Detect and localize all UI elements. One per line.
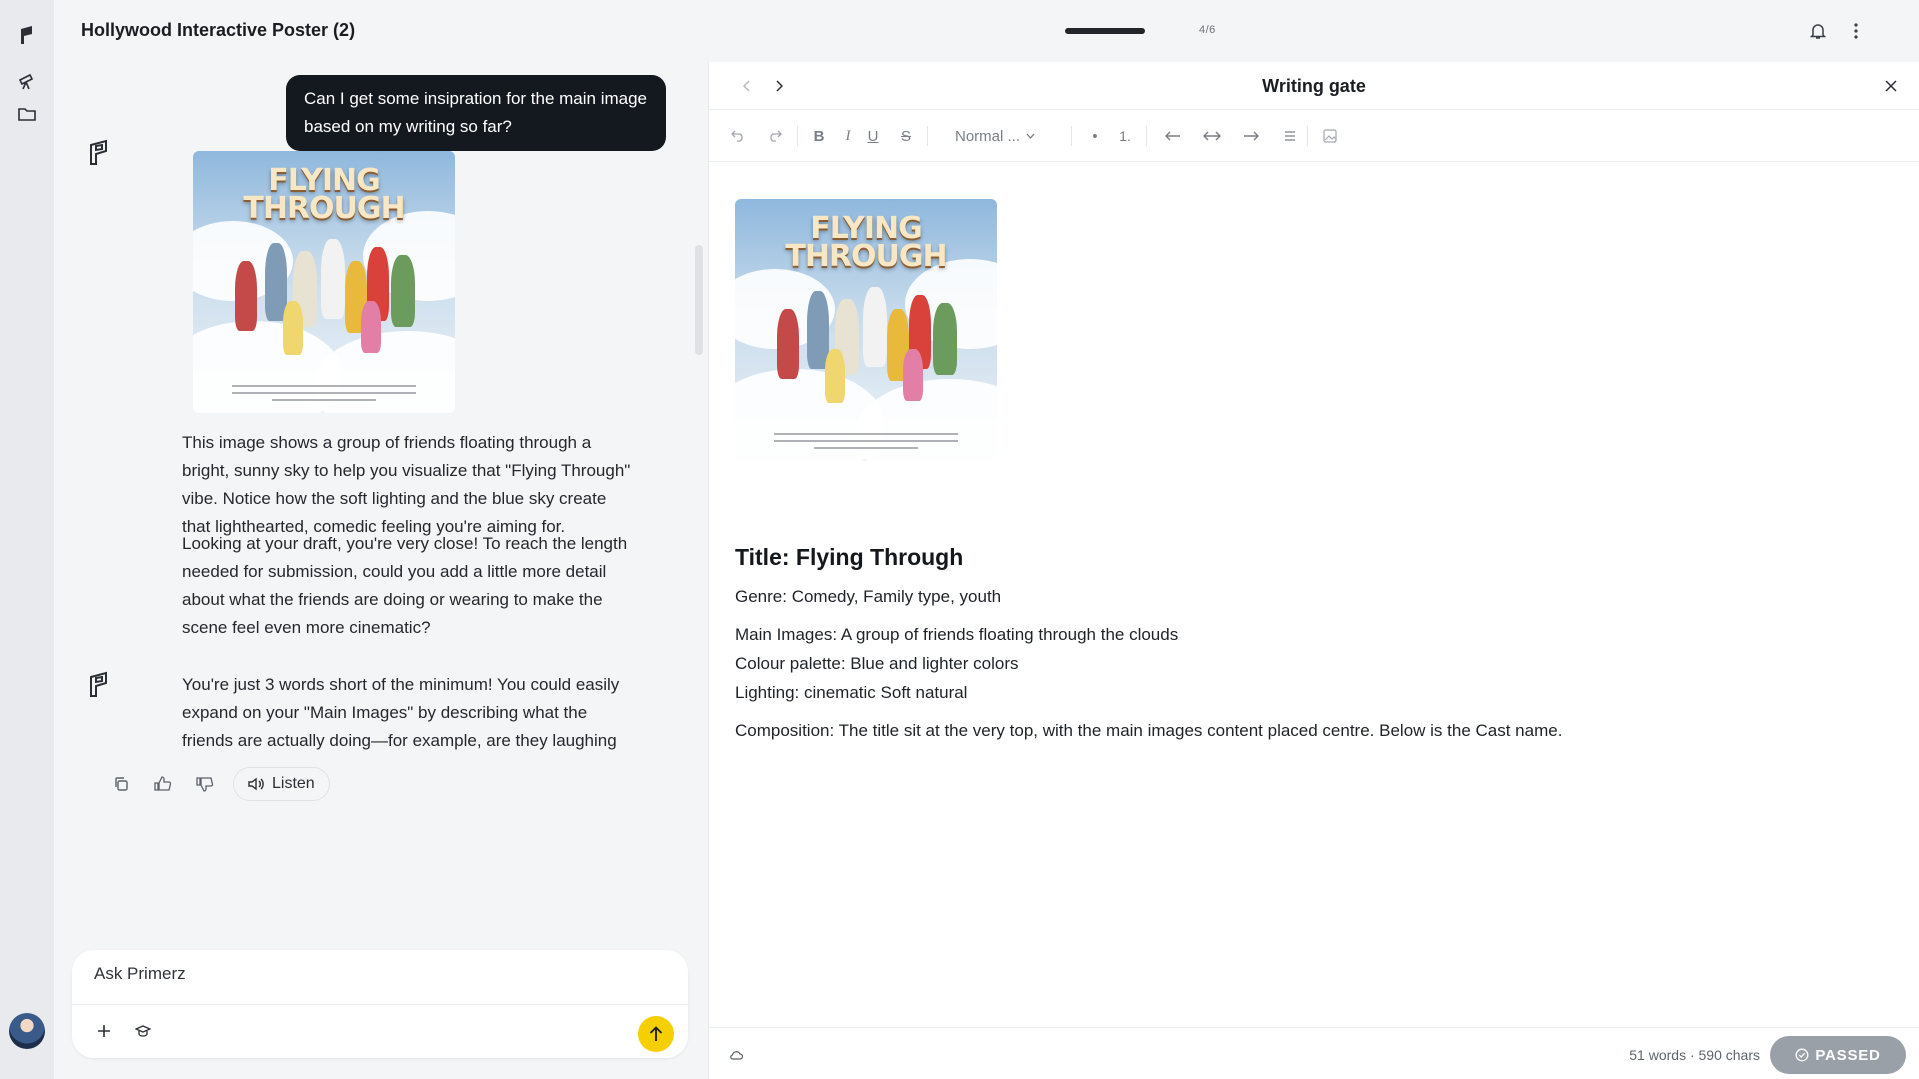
thumbs-down-icon[interactable] — [191, 770, 219, 798]
listen-button[interactable]: Listen — [233, 767, 330, 801]
user-avatar[interactable] — [9, 1013, 45, 1049]
poster-title-line2: THROUGH — [785, 239, 947, 274]
page-title: Hollywood Interactive Poster (2) — [81, 20, 356, 40]
editor-footer: 51 words · 590 chars PASSED — [709, 1027, 1919, 1079]
primerz-logo-icon[interactable] — [16, 24, 38, 46]
assistant-logo-icon — [88, 139, 114, 169]
graduation-cap-icon[interactable] — [132, 1020, 154, 1042]
thumbs-up-icon[interactable] — [149, 770, 177, 798]
chat-panel: Can I get some insipration for the main … — [54, 62, 708, 1079]
align-left-icon[interactable] — [1164, 125, 1182, 147]
align-center-icon[interactable] — [1203, 125, 1221, 147]
left-rail — [0, 0, 54, 1079]
chat-scrollbar[interactable] — [695, 245, 703, 355]
document-line-palette: Colour palette: Blue and lighter colors — [735, 654, 1019, 673]
numbered-list-icon[interactable]: 1. — [1116, 125, 1134, 147]
justify-icon[interactable] — [1281, 125, 1299, 147]
strikethrough-button[interactable]: S — [897, 125, 915, 147]
bold-button[interactable]: B — [810, 125, 828, 147]
chat-composer: Ask Primerz — [72, 950, 688, 1058]
redo-icon[interactable] — [766, 125, 784, 147]
align-right-icon[interactable] — [1242, 125, 1260, 147]
bell-icon[interactable] — [1807, 20, 1829, 42]
progress-bar — [1065, 28, 1185, 34]
send-button[interactable] — [638, 1016, 674, 1052]
message-actions: Listen — [107, 767, 330, 801]
close-icon[interactable] — [1880, 75, 1902, 97]
cloud-sync-icon — [729, 1047, 744, 1065]
chat-input[interactable]: Ask Primerz — [94, 964, 186, 984]
document-line-main-images: Main Images: A group of friends floating… — [735, 625, 1179, 644]
editor-title: Writing gate — [1262, 76, 1366, 96]
assistant-message-paragraph: Looking at your draft, you're very close… — [182, 534, 628, 637]
bullet-list-icon[interactable]: • — [1086, 125, 1104, 147]
word-char-count: 51 words · 590 chars — [1629, 1047, 1760, 1063]
arrow-up-icon — [649, 1026, 663, 1041]
telescope-icon[interactable] — [16, 70, 38, 92]
progress-label: 4/6 — [1199, 24, 1216, 36]
copy-icon[interactable] — [107, 770, 135, 798]
document-line-lighting: Lighting: cinematic Soft natural — [735, 683, 968, 702]
editor-panel: Writing gate B I U S Normal ... • 1. FLY… — [708, 62, 1919, 1079]
more-vertical-icon[interactable] — [1845, 20, 1867, 42]
undo-icon[interactable] — [729, 125, 747, 147]
underline-button[interactable]: U — [864, 125, 882, 147]
folder-icon[interactable] — [16, 103, 38, 125]
text-style-value: Normal ... — [955, 127, 1021, 145]
progress-fill — [1065, 28, 1146, 34]
chevron-down-icon — [1026, 133, 1035, 139]
editor-header: Writing gate — [709, 62, 1919, 110]
passed-status-badge[interactable]: PASSED — [1770, 1036, 1906, 1074]
document-line-composition: Composition: The title sit at the very t… — [735, 721, 1563, 740]
check-circle-icon — [1795, 1048, 1809, 1062]
speaker-icon — [248, 777, 264, 791]
assistant-message-paragraph: This image shows a group of friends floa… — [182, 433, 631, 536]
document-title: Title: Flying Through — [735, 544, 964, 570]
listen-label: Listen — [272, 775, 315, 792]
editor-toolbar: B I U S Normal ... • 1. — [709, 110, 1919, 162]
generated-poster-image[interactable]: FLYING THROUGH — [193, 151, 455, 413]
text-style-select[interactable]: Normal ... — [955, 125, 1035, 147]
italic-button[interactable]: I — [839, 125, 857, 147]
assistant-logo-icon — [88, 671, 114, 701]
add-attachment-icon[interactable] — [92, 1019, 116, 1043]
poster-title-line2: THROUGH — [243, 191, 405, 226]
insert-image-icon[interactable] — [1321, 125, 1339, 147]
passed-label: PASSED — [1815, 1046, 1881, 1064]
top-header: Hollywood Interactive Poster (2) 4/6 — [54, 0, 1919, 62]
document-line-genre: Genre: Comedy, Family type, youth — [735, 587, 1002, 606]
assistant-message-paragraph: You're just 3 words short of the minimum… — [182, 675, 620, 750]
document-poster-image[interactable]: FLYING THROUGH — [735, 199, 997, 461]
user-message: Can I get some insipration for the main … — [286, 75, 666, 151]
